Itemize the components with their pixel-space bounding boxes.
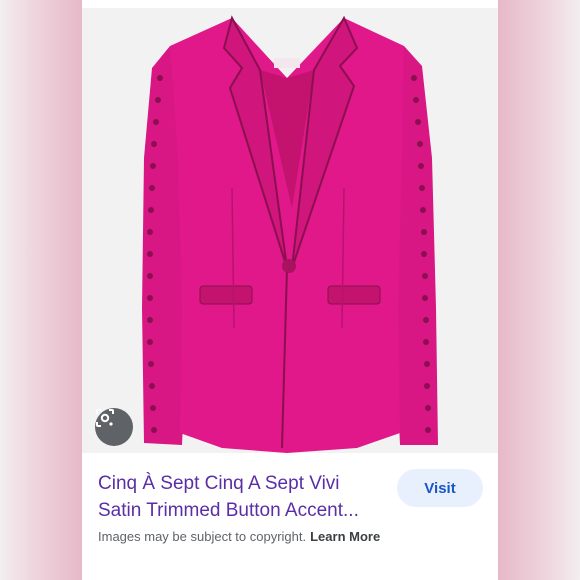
background-blur-right	[498, 0, 580, 580]
pink-blazer-illustration	[142, 15, 438, 453]
visit-button[interactable]: Visit	[397, 469, 483, 507]
product-image[interactable]	[82, 8, 498, 453]
learn-more-link[interactable]: Learn More	[310, 529, 380, 544]
copyright-notice: Images may be subject to copyright. Learn…	[98, 529, 380, 544]
google-lens-button[interactable]	[95, 408, 133, 446]
result-title-link[interactable]: Cinq À Sept Cinq A Sept Vivi Satin Trimm…	[98, 470, 388, 524]
copyright-text: Images may be subject to copyright.	[98, 529, 307, 544]
background-blur-left	[0, 0, 82, 580]
image-result-card: Cinq À Sept Cinq A Sept Vivi Satin Trimm…	[82, 0, 498, 580]
